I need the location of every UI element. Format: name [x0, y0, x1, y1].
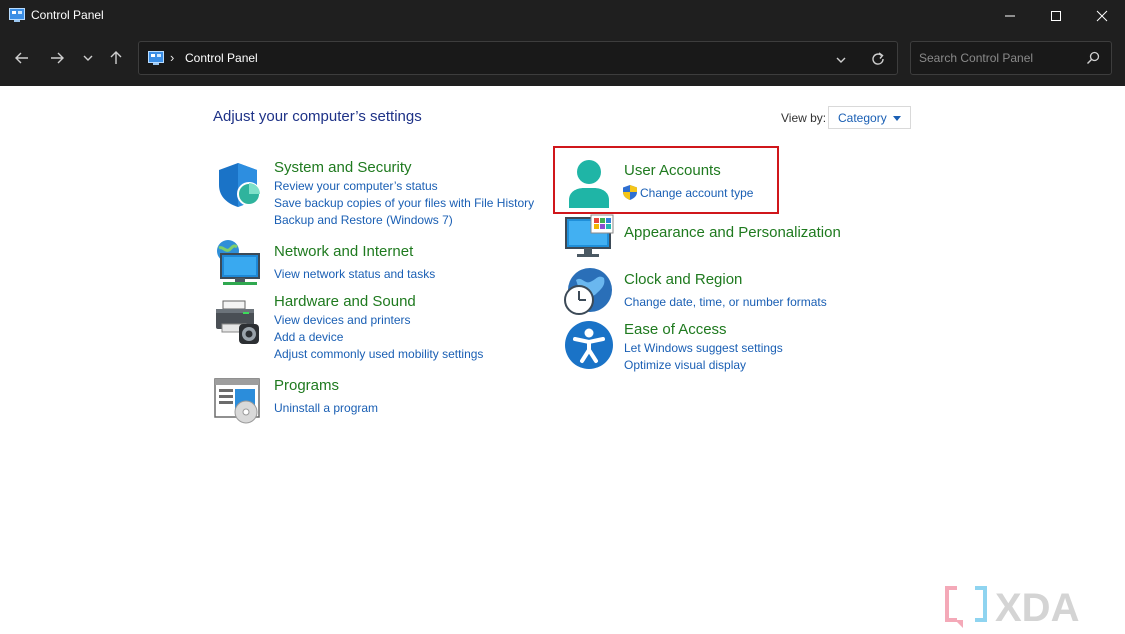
- control-panel-icon: [9, 8, 25, 22]
- shield-icon[interactable]: [213, 160, 263, 215]
- forward-button[interactable]: [44, 45, 70, 71]
- up-button[interactable]: [103, 45, 129, 71]
- breadcrumb-control-panel[interactable]: Control Panel: [185, 51, 258, 65]
- category-appearance-personalization[interactable]: Appearance and Personalization: [624, 224, 841, 241]
- link-backup-restore[interactable]: Backup and Restore (Windows 7): [274, 213, 453, 227]
- category-clock-region[interactable]: Clock and Region: [624, 271, 742, 288]
- link-date-time-formats[interactable]: Change date, time, or number formats: [624, 295, 827, 309]
- minimize-icon: [1005, 15, 1015, 16]
- address-bar[interactable]: › Control Panel: [138, 41, 898, 75]
- recent-locations-button[interactable]: [75, 45, 101, 71]
- arrow-right-icon: [51, 52, 64, 64]
- search-icon[interactable]: [1086, 51, 1100, 70]
- clock-globe-icon[interactable]: [562, 266, 614, 323]
- printer-icon[interactable]: [213, 298, 263, 353]
- category-user-accounts[interactable]: User Accounts: [624, 162, 721, 179]
- category-hardware-sound[interactable]: Hardware and Sound: [274, 293, 416, 310]
- search-input[interactable]: Search Control Panel: [910, 41, 1112, 75]
- maximize-button[interactable]: [1033, 0, 1079, 31]
- window-title: Control Panel: [31, 8, 104, 22]
- link-suggest-settings[interactable]: Let Windows suggest settings: [624, 341, 783, 355]
- view-by-value: Category: [838, 111, 887, 125]
- category-network-internet[interactable]: Network and Internet: [274, 243, 413, 260]
- network-icon[interactable]: [213, 238, 263, 293]
- monitor-icon[interactable]: [564, 214, 616, 265]
- view-by-dropdown[interactable]: Category: [828, 106, 911, 129]
- breadcrumb-separator: ›: [170, 50, 175, 65]
- back-button[interactable]: [9, 45, 35, 71]
- uac-shield-icon: [623, 185, 637, 205]
- arrow-up-icon: [110, 51, 122, 64]
- category-ease-of-access[interactable]: Ease of Access: [624, 321, 727, 338]
- link-uninstall-program[interactable]: Uninstall a program: [274, 401, 378, 415]
- maximize-icon: [1051, 10, 1061, 21]
- user-icon[interactable]: [564, 158, 614, 215]
- close-icon: [1096, 10, 1108, 21]
- arrow-left-icon: [15, 52, 28, 64]
- svg-text:XDA: XDA: [995, 586, 1079, 628]
- minimize-button[interactable]: [987, 0, 1033, 31]
- caret-down-icon: [893, 116, 901, 121]
- link-mobility-settings[interactable]: Adjust commonly used mobility settings: [274, 347, 483, 361]
- refresh-icon: [872, 52, 884, 65]
- title-bar: Control Panel: [0, 0, 1125, 31]
- control-panel-icon: [148, 51, 164, 70]
- link-network-status[interactable]: View network status and tasks: [274, 267, 435, 281]
- address-history-button[interactable]: [835, 53, 847, 71]
- link-file-history[interactable]: Save backup copies of your files with Fi…: [274, 196, 534, 210]
- search-placeholder: Search Control Panel: [919, 51, 1034, 65]
- refresh-button[interactable]: [870, 51, 886, 72]
- programs-icon[interactable]: [213, 376, 263, 431]
- page-title: Adjust your computer’s settings: [213, 108, 422, 125]
- link-review-status[interactable]: Review your computer’s status: [274, 179, 438, 193]
- category-programs[interactable]: Programs: [274, 377, 339, 394]
- close-button[interactable]: [1079, 0, 1125, 31]
- link-add-device[interactable]: Add a device: [274, 330, 343, 344]
- chevron-down-icon: [83, 55, 93, 61]
- link-optimize-display[interactable]: Optimize visual display: [624, 358, 746, 372]
- category-system-security[interactable]: System and Security: [274, 159, 412, 176]
- link-devices-printers[interactable]: View devices and printers: [274, 313, 411, 327]
- view-by-label: View by:: [781, 111, 827, 125]
- link-change-account-type[interactable]: Change account type: [640, 186, 753, 200]
- navigation-bar: › Control Panel Search Control Panel: [0, 31, 1125, 86]
- xda-logo: XDA: [945, 584, 1117, 633]
- chevron-down-icon: [836, 57, 846, 63]
- accessibility-icon[interactable]: [564, 320, 614, 375]
